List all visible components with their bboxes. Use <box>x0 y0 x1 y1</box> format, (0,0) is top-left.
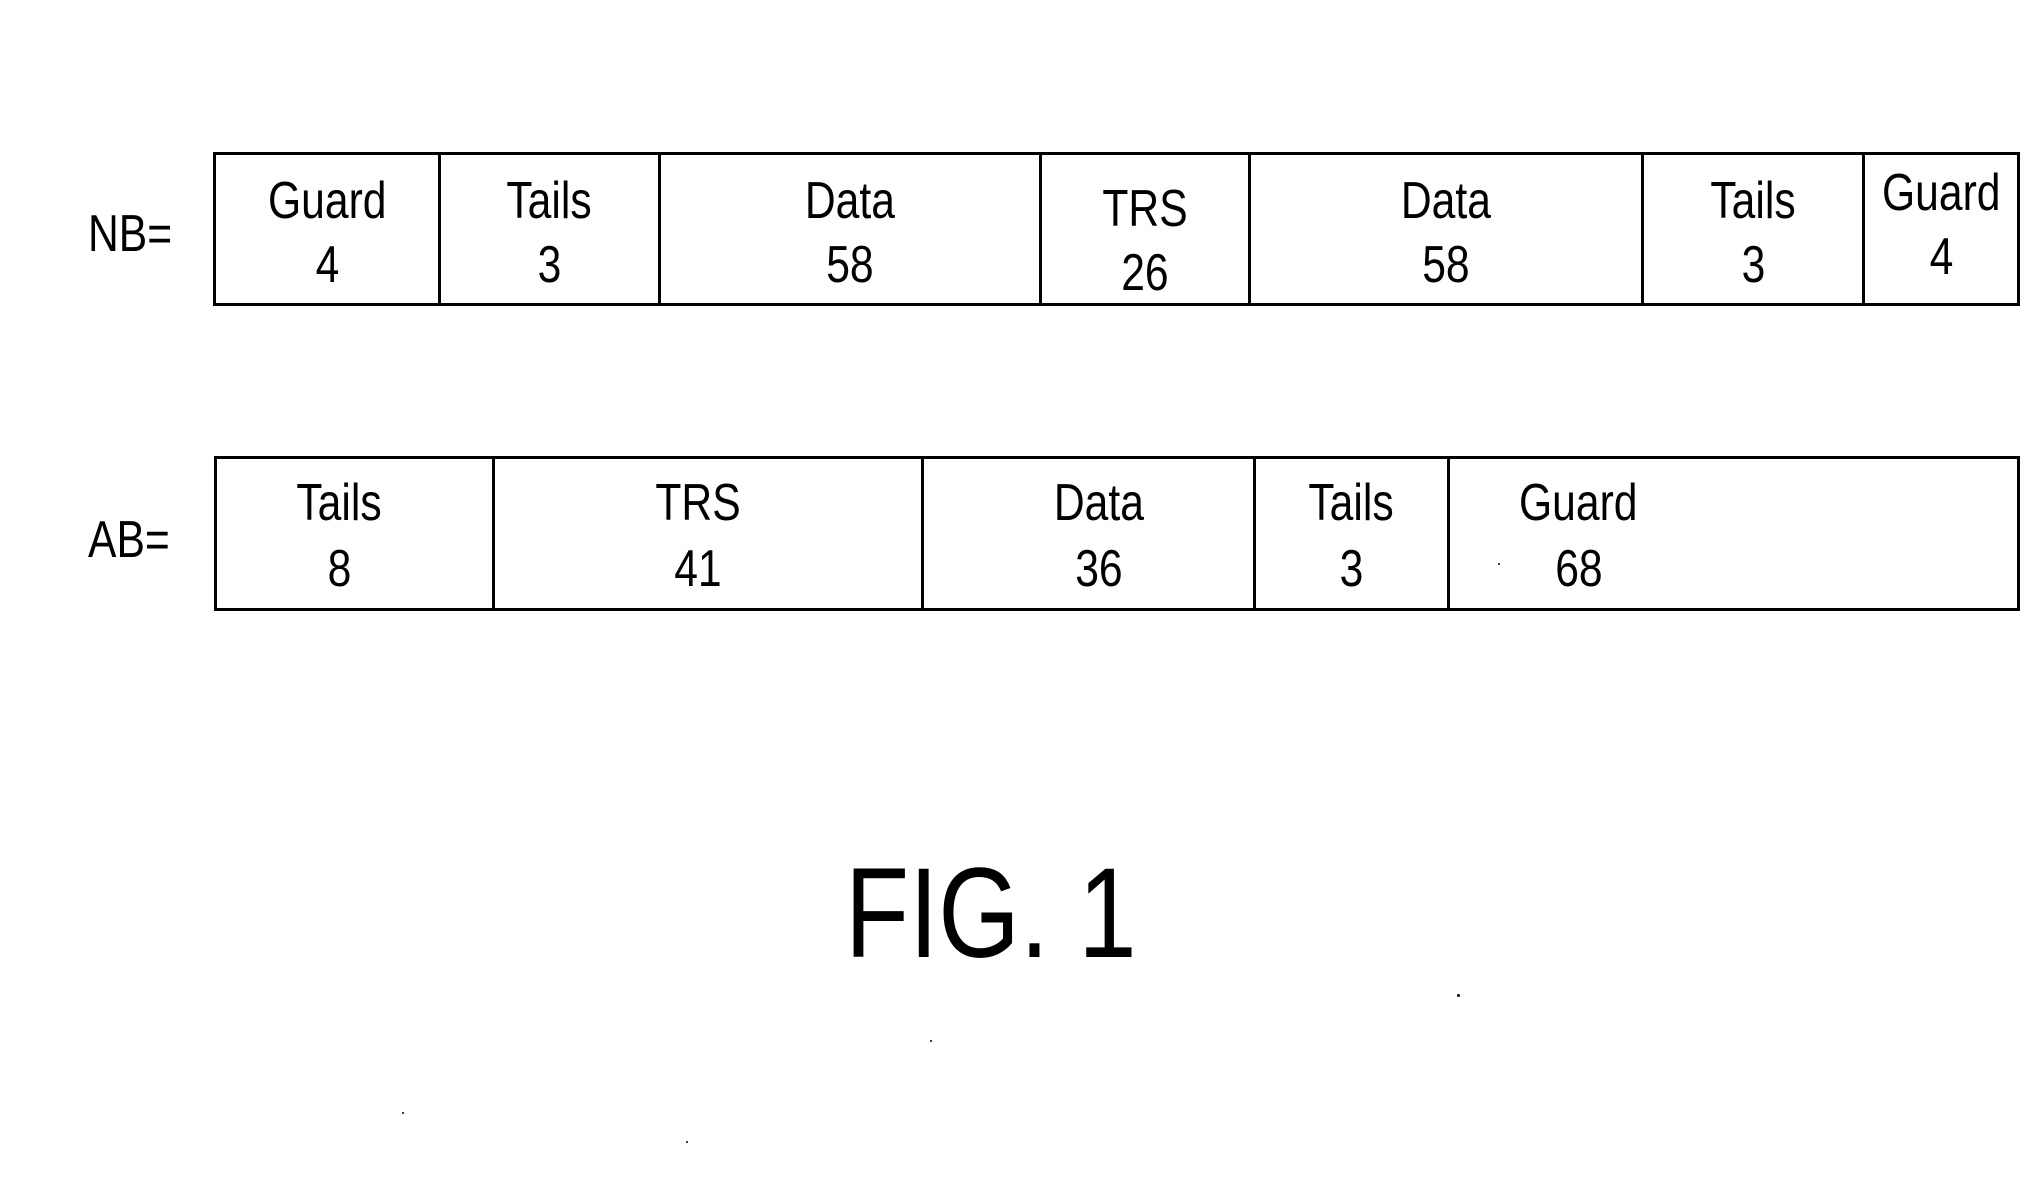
field-name: TRS <box>1102 180 1188 238</box>
ab-field-tails-left: Tails 8 <box>217 459 495 608</box>
field-name: Data <box>804 172 896 230</box>
figure-caption: FIG. 1 <box>845 842 1137 985</box>
nb-field-trs: TRS 26 <box>1042 155 1251 303</box>
field-value: 58 <box>826 236 874 294</box>
field-value: 3 <box>1339 540 1364 598</box>
field-value: 3 <box>1741 236 1765 294</box>
ab-field-data: Data 36 <box>924 459 1256 608</box>
field-name: Tails <box>1710 172 1796 230</box>
field-name: Data <box>1400 172 1492 230</box>
field-name: Guard <box>1881 164 2001 222</box>
field-value: 58 <box>1422 236 1470 294</box>
ab-field-guard: Guard 68 <box>1450 459 2017 608</box>
field-value: 3 <box>537 236 562 294</box>
scan-speck <box>1498 563 1500 565</box>
field-value: 8 <box>327 540 352 598</box>
nb-burst-label: NB= <box>88 205 173 263</box>
ab-field-tails-right: Tails 3 <box>1256 459 1450 608</box>
field-name: Guard <box>267 172 387 230</box>
nb-field-guard-right: Guard 4 <box>1865 155 2017 303</box>
field-name: Tails <box>296 474 383 532</box>
nb-field-tails-left: Tails 3 <box>441 155 661 303</box>
nb-field-tails-right: Tails 3 <box>1644 155 1865 303</box>
scan-speck <box>1457 994 1460 997</box>
field-value: 4 <box>1929 228 1953 286</box>
field-value: 4 <box>315 236 339 294</box>
field-name: Guard <box>1519 474 1638 532</box>
access-burst: Tails 8 TRS 41 Data 36 Tails 3 Guard 68 <box>214 456 2020 611</box>
field-name: Tails <box>506 172 593 230</box>
field-name: TRS <box>655 474 741 532</box>
field-name: Data <box>1053 474 1144 532</box>
scan-speck <box>930 1040 932 1042</box>
normal-burst: Guard 4 Tails 3 Data 58 TRS 26 Data 58 T… <box>213 152 2020 306</box>
field-value: 41 <box>674 540 722 598</box>
field-value: 26 <box>1121 244 1169 302</box>
nb-field-data-right: Data 58 <box>1251 155 1644 303</box>
field-value: 68 <box>1554 540 1603 598</box>
ab-burst-label: AB= <box>88 511 170 569</box>
field-name: Tails <box>1308 474 1395 532</box>
nb-field-guard-left: Guard 4 <box>216 155 441 303</box>
field-value: 36 <box>1074 540 1123 598</box>
scan-speck <box>686 1141 688 1143</box>
scan-speck <box>402 1112 404 1114</box>
nb-field-data-left: Data 58 <box>661 155 1042 303</box>
ab-field-trs: TRS 41 <box>495 459 924 608</box>
